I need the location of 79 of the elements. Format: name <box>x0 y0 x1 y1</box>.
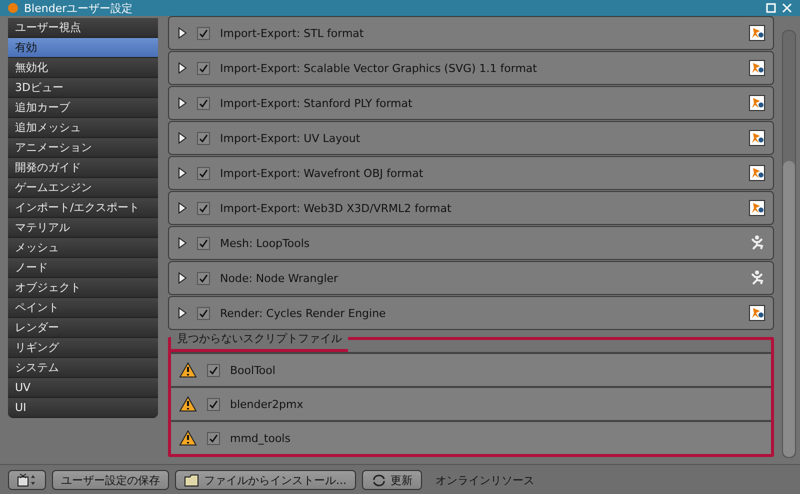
sidebar-item[interactable]: メッシュ <box>8 238 158 258</box>
sidebar-item[interactable]: 開発のガイド <box>8 158 158 178</box>
expand-arrow-icon[interactable] <box>177 202 187 214</box>
checkbox[interactable] <box>197 26 210 40</box>
script-name: blender2pmx <box>230 398 304 410</box>
expand-arrow-icon[interactable] <box>177 132 187 144</box>
app-logo-icon <box>8 3 18 13</box>
sidebar-item[interactable]: UI <box>8 398 158 418</box>
sidebar-item[interactable]: ノード <box>8 258 158 278</box>
sidebar-item[interactable]: アニメーション <box>8 138 158 158</box>
addon-name: Render: Cycles Render Engine <box>220 306 387 320</box>
addon-name: Import-Export: Web3D X3D/VRML2 format <box>220 202 452 214</box>
sidebar-item[interactable]: オブジェクト <box>8 278 158 298</box>
checkbox[interactable] <box>197 306 210 320</box>
blender-document-icon <box>749 130 765 146</box>
sidebar-item[interactable]: 追加カーブ <box>8 98 158 118</box>
addon-name: Mesh: LoopTools <box>220 236 311 250</box>
running-figure-icon <box>749 270 765 286</box>
sidebar-item[interactable]: インポート/エクスポート <box>8 198 158 218</box>
checkbox[interactable] <box>197 96 210 110</box>
install-from-file-button[interactable]: ファイルからインストール... <box>175 470 356 490</box>
sidebar-item[interactable]: リギング <box>8 338 158 358</box>
editor-type-button[interactable] <box>8 470 46 490</box>
window-title: Blenderユーザー設定 <box>24 0 134 16</box>
checkbox[interactable] <box>197 62 210 74</box>
maximize-icon[interactable] <box>766 3 776 13</box>
blender-document-icon <box>749 60 765 76</box>
sidebar-item[interactable]: 無効化 <box>8 58 158 78</box>
sidebar-item[interactable]: 有効 <box>8 38 158 58</box>
sidebar-item[interactable]: マテリアル <box>8 218 158 238</box>
script-name: BoolTool <box>230 364 276 376</box>
addon-name: Import-Export: Scalable Vector Graphics (SVG) 1.1 format <box>220 62 538 74</box>
checkbox[interactable] <box>207 398 220 410</box>
blender-document-icon <box>749 25 765 41</box>
addon-name: Import-Export: Stanford PLY format <box>220 96 414 110</box>
sidebar-item[interactable]: ゲームエンジン <box>8 178 158 198</box>
editor-type-icon <box>17 473 37 487</box>
blender-document-icon <box>749 200 765 216</box>
running-figure-icon <box>749 235 765 251</box>
sidebar-item[interactable]: UV <box>8 378 158 398</box>
checkbox[interactable] <box>207 364 220 376</box>
sidebar-item[interactable]: ペイント <box>8 298 158 318</box>
sidebar-item[interactable]: 3Dビュー <box>8 78 158 98</box>
script-name: mmd_tools <box>230 432 292 444</box>
sidebar-item[interactable]: システム <box>8 358 158 378</box>
expand-arrow-icon[interactable] <box>177 307 187 319</box>
expand-arrow-icon[interactable] <box>177 167 187 179</box>
close-icon[interactable] <box>782 3 792 13</box>
expand-arrow-icon[interactable] <box>177 272 187 284</box>
checkbox[interactable] <box>197 132 210 144</box>
checkbox[interactable] <box>207 432 220 444</box>
blender-document-icon <box>749 305 765 321</box>
checkbox[interactable] <box>197 236 210 250</box>
addon-name: Import-Export: STL format <box>220 26 365 40</box>
folder-icon <box>184 474 200 486</box>
blender-document-icon <box>749 165 765 181</box>
refresh-button[interactable]: 更新 <box>362 470 422 490</box>
checkbox[interactable] <box>197 166 210 180</box>
addon-name: Import-Export: Wavefront OBJ format <box>220 166 424 180</box>
section-heading: 見つからないスクリプトファイル <box>171 330 348 352</box>
checkbox[interactable] <box>197 202 210 214</box>
expand-arrow-icon[interactable] <box>177 237 187 249</box>
warning-icon <box>179 362 197 378</box>
blender-document-icon <box>749 95 765 111</box>
refresh-icon <box>370 474 386 486</box>
scrollbar[interactable] <box>782 30 796 458</box>
expand-arrow-icon[interactable] <box>177 97 187 109</box>
warning-icon <box>179 396 197 412</box>
sidebar-item[interactable]: ユーザー視点 <box>8 18 158 38</box>
online-resources-link[interactable]: オンラインリソース <box>436 472 534 488</box>
expand-arrow-icon[interactable] <box>177 62 187 74</box>
addon-name: Node: Node Wrangler <box>220 272 340 284</box>
checkbox[interactable] <box>197 272 210 284</box>
expand-arrow-icon[interactable] <box>177 27 187 39</box>
addon-name: Import-Export: UV Layout <box>220 132 362 144</box>
save-settings-button[interactable]: ユーザー設定の保存 <box>52 470 169 490</box>
sidebar-item[interactable]: 追加メッシュ <box>8 118 158 138</box>
warning-icon <box>179 430 197 446</box>
sidebar-item[interactable]: レンダー <box>8 318 158 338</box>
